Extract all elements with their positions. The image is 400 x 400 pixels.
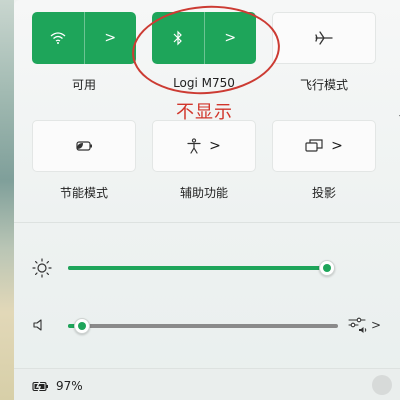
desktop-background [0,0,14,400]
chevron-right-icon: > [209,138,221,154]
brightness-icon [32,258,52,278]
brightness-slider[interactable] [68,260,336,276]
speaker-icon[interactable] [32,318,46,332]
wifi-label: 可用 [71,78,96,92]
battery-status[interactable]: 97% [32,379,83,393]
airplane-mode-label: 飞行模式 [299,78,348,92]
airplane-mode-tile[interactable] [272,12,376,64]
brightness-fill [68,266,328,270]
accessibility-icon [187,138,201,154]
wifi-icon [50,31,66,45]
audio-mixer-icon [348,316,368,334]
airplane-icon [315,31,333,45]
volume-thumb[interactable] [73,318,90,334]
volume-slider[interactable] [68,318,338,334]
battery-percent: 97% [56,379,83,393]
battery-saver-icon [74,140,94,152]
chevron-right-icon: > [104,30,117,46]
project-tile[interactable]: > [272,120,376,172]
bluetooth-toggle[interactable] [152,12,204,64]
bluetooth-expand-button[interactable]: > [203,12,257,64]
brightness-slider-row [14,256,400,280]
quick-settings-panel: > 可用 > Logi M750 飞行模式 节能模式 > 辅助功能 > 投影 [14,0,400,400]
wifi-expand-button[interactable]: > [83,12,137,64]
bluetooth-tile[interactable]: > [152,12,256,64]
battery-charging-icon [32,380,50,392]
battery-saver-label: 节能模式 [59,186,108,200]
brightness-thumb[interactable] [319,260,336,276]
bluetooth-icon [173,30,183,46]
wifi-toggle[interactable] [32,12,84,64]
accessibility-label: 辅助功能 [179,186,228,200]
quick-settings-footer: 97% [14,368,400,400]
section-divider [14,222,400,223]
accessibility-tile[interactable]: > [152,120,256,172]
volume-slider-row: > [14,314,400,338]
project-icon [305,139,323,153]
battery-saver-tile[interactable] [32,120,136,172]
audio-mixer-button[interactable]: > [348,316,381,334]
pointer-highlight [372,375,392,395]
chevron-right-icon: > [224,30,237,46]
bluetooth-label: Logi M750 [173,76,235,90]
chevron-right-icon: > [331,138,343,154]
project-label: 投影 [311,186,336,200]
wifi-tile[interactable]: > [32,12,136,64]
annotation-text: 不显示 [176,102,233,123]
chevron-right-icon: > [371,318,382,332]
